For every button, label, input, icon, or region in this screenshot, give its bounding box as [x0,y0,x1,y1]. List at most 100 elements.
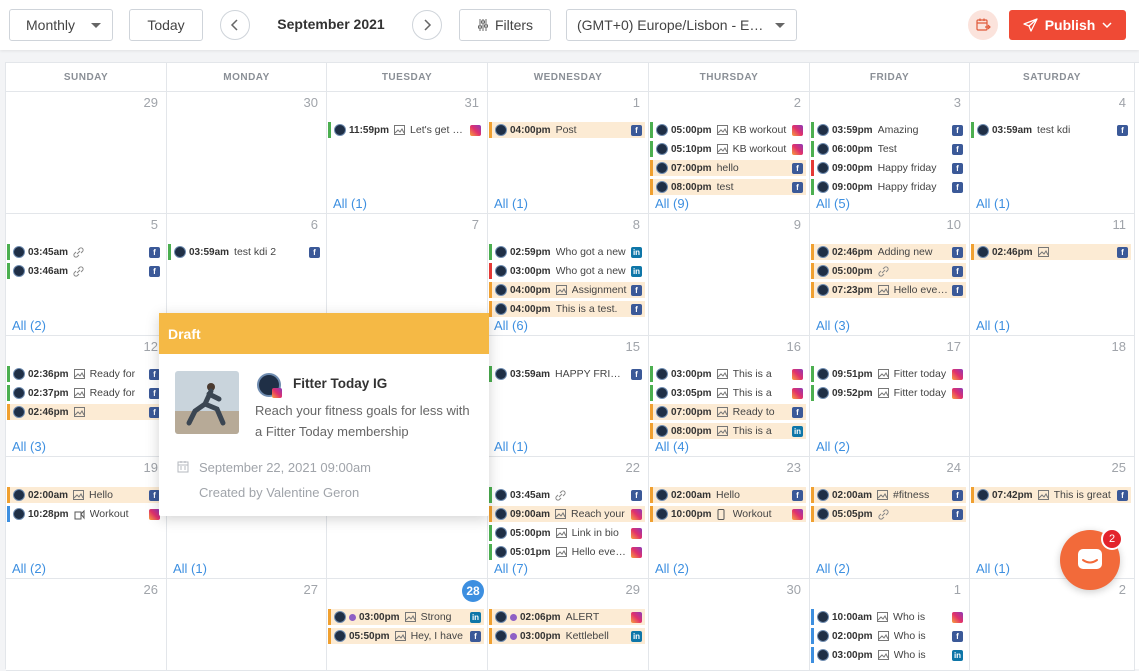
day-cell[interactable]: 18 [970,336,1135,457]
day-cell[interactable]: 2 05:00pm KB workout 05:10pm KB workout 07:00… [649,92,810,214]
calendar-post[interactable]: 03:59am test kdi 2 f [168,244,323,260]
calendar-post[interactable]: 05:00pm Link in bio [489,525,645,541]
calendar-post[interactable]: 04:00pm Assignment f [489,282,645,298]
calendar-post[interactable]: 05:00pm f [811,263,966,279]
day-cell[interactable]: 28 03:00pm Strong in 05:50pm Hey, I have f [327,579,488,671]
calendar-post[interactable]: 05:05pm f [811,506,966,522]
day-cell[interactable]: 15 03:59am HAPPY FRIDAY f All (1) [488,336,649,457]
all-posts-link[interactable]: All (7) [494,561,528,576]
calendar-post[interactable]: 02:00am Hello f [650,487,806,503]
calendar-post[interactable]: 09:00pm Happy friday f [811,160,966,176]
calendar-post[interactable]: 10:28pm Workout [7,506,163,522]
day-cell[interactable]: 26 [6,579,167,671]
day-cell[interactable]: 2 [970,579,1135,671]
view-select[interactable]: Monthly [9,9,113,41]
calendar-post[interactable]: 05:50pm Hey, I have f [328,628,484,644]
next-month-button[interactable] [412,10,442,40]
day-cell[interactable]: 5 03:45am f 03:46am f All (2) [6,214,167,336]
day-cell[interactable]: 9 [649,214,810,336]
calendar-post[interactable]: 04:00pm This is a test. f [489,301,645,317]
day-cell[interactable]: 19 02:00am Hello f 10:28pm Workout All (2) [6,457,167,579]
calendar-post[interactable]: 02:00am Hello f [7,487,163,503]
all-posts-link[interactable]: All (1) [976,561,1010,576]
calendar-post[interactable]: 02:06pm ALERT [489,609,645,625]
calendar-post[interactable]: 05:01pm Hello everyone [489,544,645,560]
all-posts-link[interactable]: All (2) [816,561,850,576]
all-posts-link[interactable]: All (2) [655,561,689,576]
calendar-post[interactable]: 05:10pm KB workout [650,141,806,157]
all-posts-link[interactable]: All (1) [976,196,1010,211]
calendar-post[interactable]: 09:00pm Happy friday f [811,179,966,195]
calendar-post[interactable]: 07:00pm hello f [650,160,806,176]
calendar-post[interactable]: 02:46pm f [7,404,163,420]
day-cell[interactable]: 16 03:00pm This is a 03:05pm This is a 07:00p… [649,336,810,457]
day-cell[interactable]: 17 09:51pm Fitter today 09:52pm Fitter today… [810,336,970,457]
calendar-post[interactable]: 03:00pm Strong in [328,609,484,625]
all-posts-link[interactable]: All (1) [333,196,367,211]
all-posts-link[interactable]: All (2) [12,561,46,576]
all-posts-link[interactable]: All (1) [173,561,207,576]
calendar-post[interactable]: 02:37pm Ready for f [7,385,163,401]
filters-button[interactable]: Filters [459,9,551,41]
calendar-post[interactable]: 03:05pm This is a [650,385,806,401]
all-posts-link[interactable]: All (2) [816,439,850,454]
day-cell[interactable]: 29 [6,92,167,214]
day-cell[interactable]: 30 [167,92,327,214]
calendar-post[interactable]: 08:00pm This is a in [650,423,806,439]
publish-button[interactable]: Publish [1009,10,1126,40]
calendar-post[interactable]: 02:46pm Adding new f [811,244,966,260]
calendar-post[interactable]: 02:00pm Who is f [811,628,966,644]
calendar-post[interactable]: 10:00am Who is [811,609,966,625]
all-posts-link[interactable]: All (6) [494,318,528,333]
day-cell[interactable]: 29 02:06pm ALERT 03:00pm Kettlebell in [488,579,649,671]
calendar-post[interactable]: 07:00pm Ready to f [650,404,806,420]
day-cell[interactable]: 31 11:59pm Let's get started! All (1) [327,92,488,214]
all-posts-link[interactable]: All (9) [655,196,689,211]
calendar-post[interactable]: 09:00am Reach your [489,506,645,522]
day-cell[interactable]: 24 02:00am #fitness f 05:05pm f All (2) [810,457,970,579]
all-posts-link[interactable]: All (1) [494,439,528,454]
calendar-post[interactable]: 09:51pm Fitter today [811,366,966,382]
calendar-post[interactable]: 03:45am f [7,244,163,260]
day-cell[interactable]: 30 [649,579,810,671]
calendar-post[interactable]: 06:00pm Test f [811,141,966,157]
post-preview-popover[interactable]: Draft Fitter Today IG Reach your fitness… [159,313,489,516]
day-cell[interactable]: 1 04:00pm Post f All (1) [488,92,649,214]
day-cell[interactable]: 27 [167,579,327,671]
bulk-schedule-button[interactable] [968,10,998,40]
calendar-post[interactable]: 02:36pm Ready for f [7,366,163,382]
calendar-post[interactable]: 07:23pm Hello everyone f [811,282,966,298]
calendar-post[interactable]: 03:59am test kdi f [971,122,1131,138]
calendar-post[interactable]: 11:59pm Let's get started! [328,122,484,138]
calendar-post[interactable]: 03:00pm Who is in [811,647,966,663]
calendar-post[interactable]: 02:00am #fitness f [811,487,966,503]
day-cell[interactable]: 11 02:46pm f All (1) [970,214,1135,336]
all-posts-link[interactable]: All (1) [976,318,1010,333]
day-cell[interactable]: 3 03:59pm Amazing f 06:00pm Test f 09:00pm Happy… [810,92,970,214]
calendar-post[interactable]: 02:46pm f [971,244,1131,260]
calendar-post[interactable]: 03:59am HAPPY FRIDAY f [489,366,645,382]
calendar-post[interactable]: 07:42pm This is great f [971,487,1131,503]
day-cell[interactable]: 4 03:59am test kdi f All (1) [970,92,1135,214]
all-posts-link[interactable]: All (3) [12,439,46,454]
day-cell[interactable]: 22 03:45am f 09:00am Reach your 05:00pm Link i… [488,457,649,579]
calendar-post[interactable]: 03:00pm Who got a new in [489,263,645,279]
all-posts-link[interactable]: All (2) [12,318,46,333]
all-posts-link[interactable]: All (1) [494,196,528,211]
all-posts-link[interactable]: All (5) [816,196,850,211]
calendar-post[interactable]: 03:45am f [489,487,645,503]
today-button[interactable]: Today [129,9,203,41]
calendar-post[interactable]: 05:00pm KB workout [650,122,806,138]
calendar-post[interactable]: 03:46am f [7,263,163,279]
day-cell[interactable]: 1 10:00am Who is 02:00pm Who is f 03:00pm Who i… [810,579,970,671]
calendar-post[interactable]: 03:00pm Kettlebell in [489,628,645,644]
calendar-post[interactable]: 04:00pm Post f [489,122,645,138]
post-thumbnail[interactable] [175,371,239,434]
calendar-post[interactable]: 02:59pm Who got a new in [489,244,645,260]
all-posts-link[interactable]: All (4) [655,439,689,454]
day-cell[interactable]: 23 02:00am Hello f 10:00pm Workout All (2) [649,457,810,579]
calendar-post[interactable]: 08:00pm test f [650,179,806,195]
day-cell[interactable]: 10 02:46pm Adding new f 05:00pm f 07:23pm Hello… [810,214,970,336]
calendar-post[interactable]: 03:59pm Amazing f [811,122,966,138]
all-posts-link[interactable]: All (3) [816,318,850,333]
